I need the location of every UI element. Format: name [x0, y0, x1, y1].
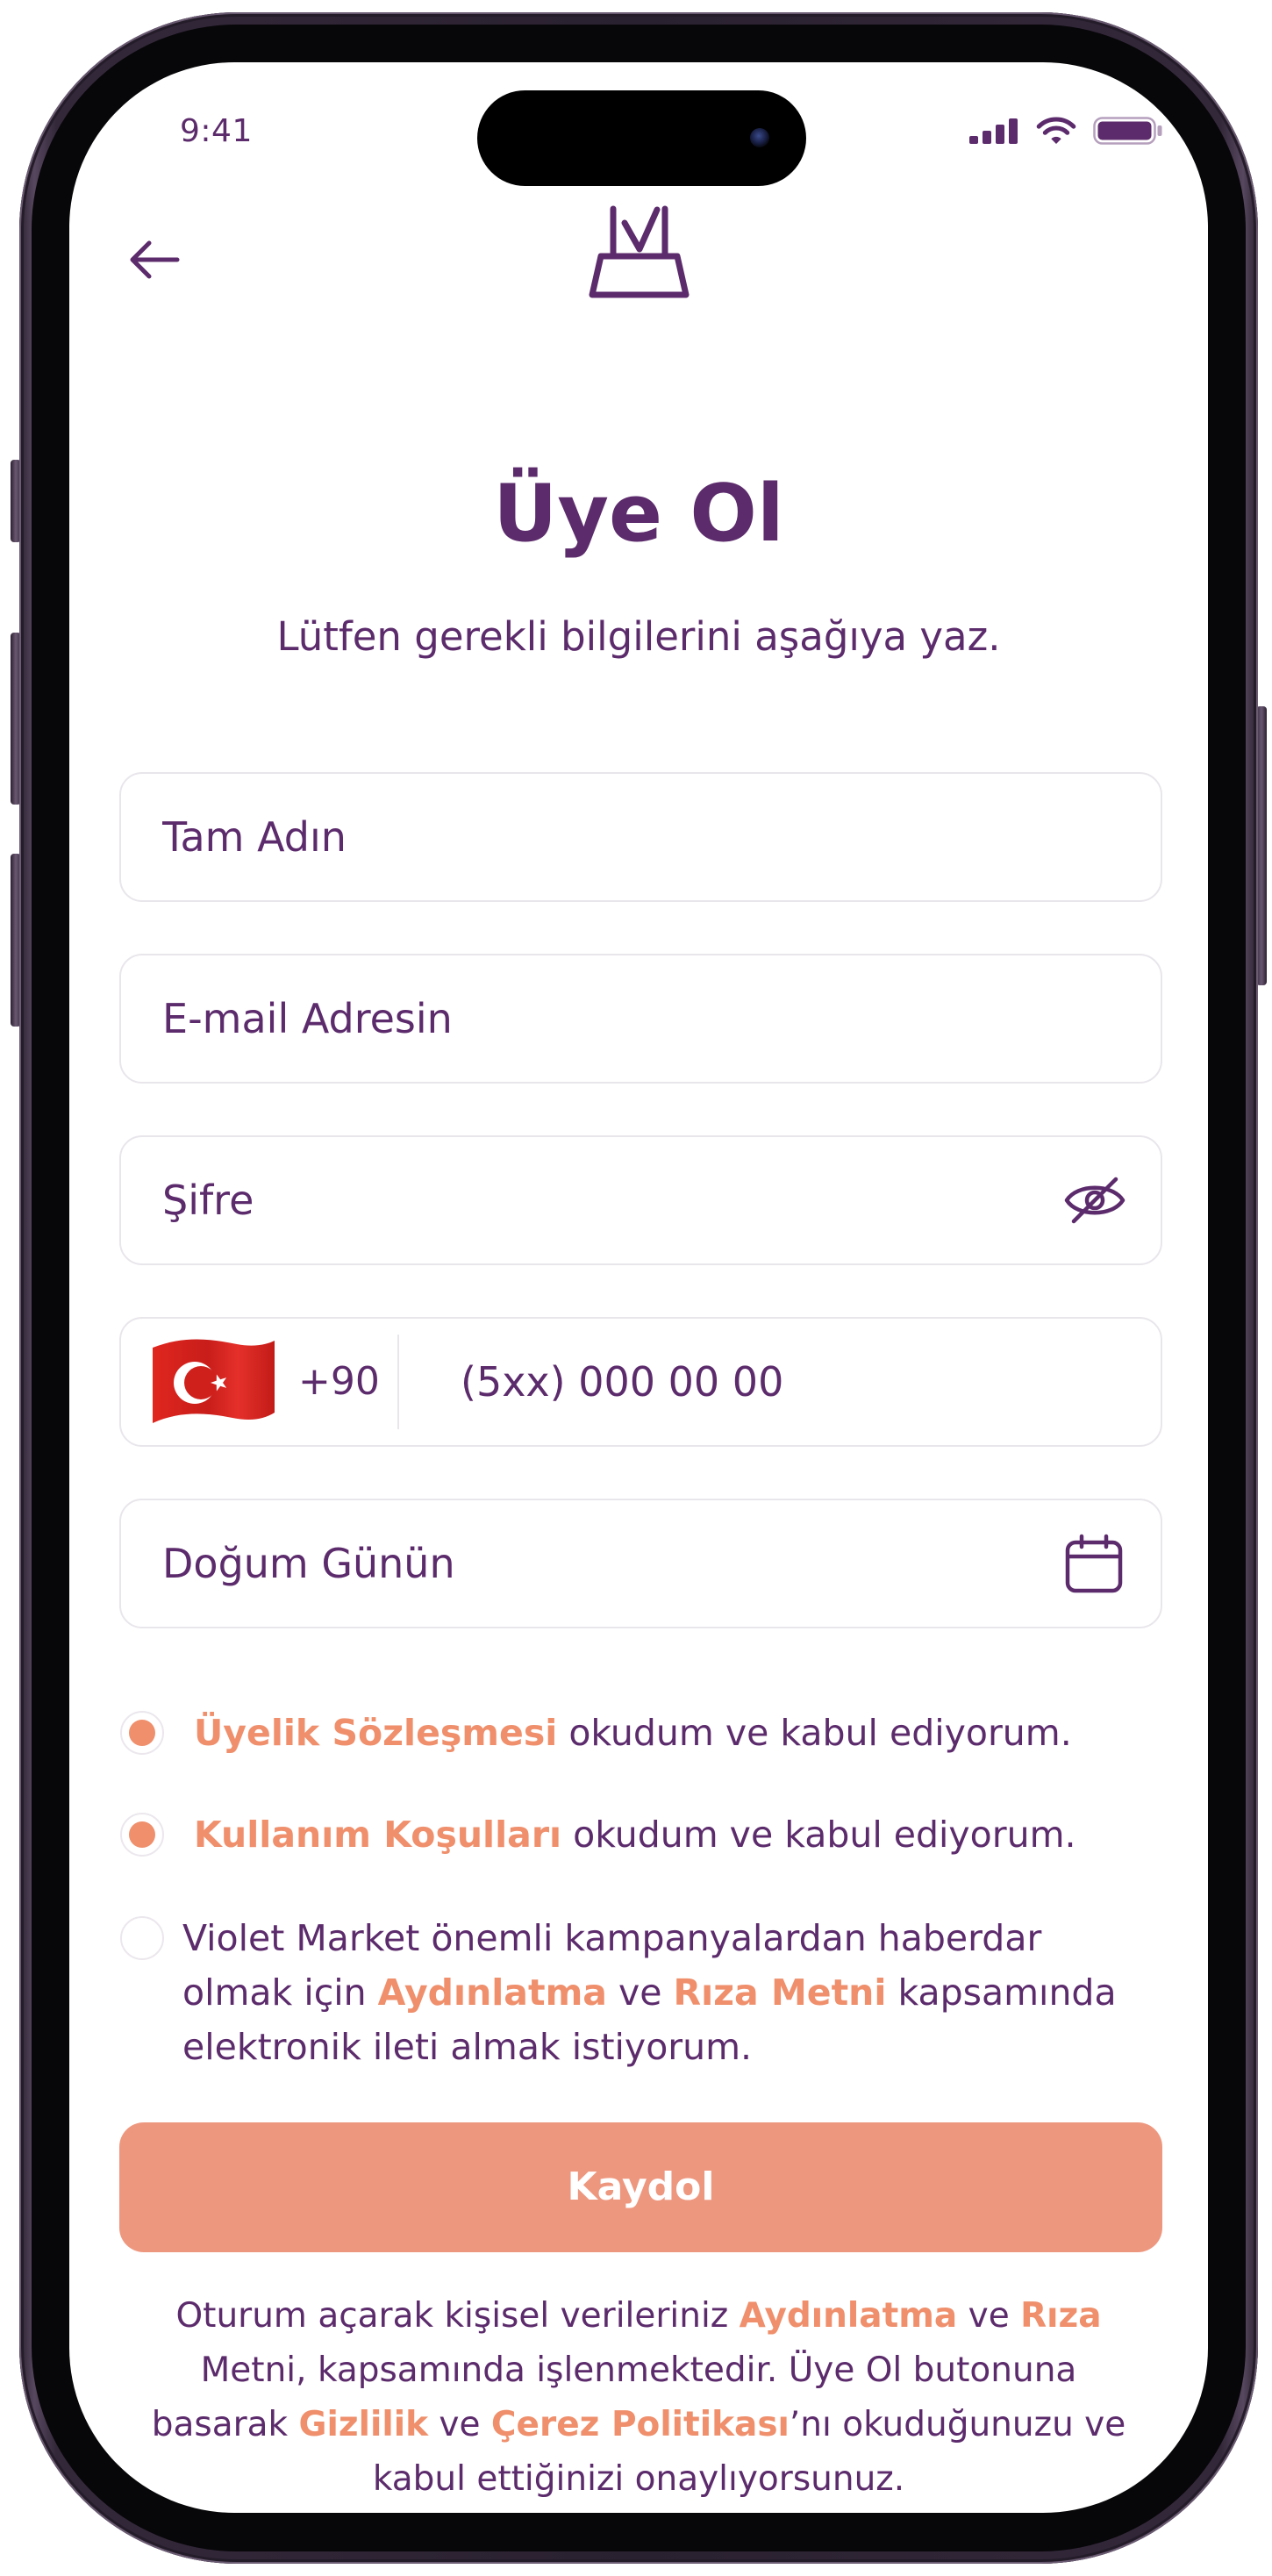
turkey-flag-icon	[153, 1339, 275, 1423]
cellular-signal-icon	[969, 118, 1018, 144]
wifi-icon	[1036, 117, 1076, 144]
password-input[interactable]	[121, 1137, 1161, 1263]
email-field	[119, 954, 1162, 1084]
eye-off-icon	[1064, 1177, 1126, 1224]
shopping-bag-logo-icon	[589, 205, 690, 298]
membership-agreement-link[interactable]: Üyelik Sözleşmesi	[194, 1712, 557, 1754]
consent-text-plain: okudum ve kabul ediyorum.	[557, 1712, 1072, 1754]
dial-code: +90	[298, 1359, 380, 1404]
page-subtitle: Lütfen gerekli bilgilerini aşağıya yaz.	[276, 613, 1001, 660]
consent-radio[interactable]	[120, 1916, 164, 1960]
back-button[interactable]	[119, 229, 189, 290]
footer-text: ve	[428, 2405, 491, 2444]
consent-text: Violet Market önemli kampanyalardan habe…	[182, 1911, 1147, 2074]
birth-date-field	[119, 1499, 1162, 1628]
page-title: Üye Ol	[493, 468, 784, 560]
radio-dot	[129, 1720, 155, 1746]
membership-agreement-consent: Üyelik Sözleşmesi okudum ve kabul ediyor…	[119, 1706, 1162, 1760]
clarification-text-link[interactable]: Aydınlatma	[378, 1971, 607, 2014]
country-selector[interactable]	[149, 1335, 278, 1428]
consent-radio[interactable]	[120, 1813, 164, 1857]
consent-text-plain: ve	[606, 1971, 674, 2014]
battery-icon	[1093, 117, 1162, 145]
device-mockup: 9:41 Üye Ol Lütfen gerekli bilgilerini a…	[0, 0, 1272, 2576]
consent-radio[interactable]	[120, 1711, 164, 1755]
consent-text: Kullanım Koşulları okudum ve kabul ediyo…	[194, 1807, 1076, 1862]
radio-dot	[129, 1821, 155, 1848]
phone-divider	[397, 1335, 399, 1429]
legal-footer: Oturum açarak kişisel verileriniz Aydınl…	[132, 2289, 1146, 2507]
phone-field: +90	[119, 1317, 1162, 1447]
terms-of-use-link[interactable]: Kullanım Koşulları	[194, 1814, 561, 1856]
email-input[interactable]	[121, 955, 1161, 1082]
footer-privacy-link[interactable]: Gizlilik	[299, 2405, 429, 2444]
full-name-input[interactable]	[121, 774, 1161, 900]
register-button[interactable]: Kaydol	[119, 2122, 1162, 2252]
screen: 9:41 Üye Ol Lütfen gerekli bilgilerini a…	[69, 62, 1208, 2513]
front-camera	[750, 128, 769, 147]
dynamic-island	[477, 90, 806, 186]
status-time: 9:41	[180, 113, 253, 149]
status-icons	[969, 115, 1163, 147]
password-field	[119, 1135, 1162, 1265]
calendar-icon	[1065, 1534, 1123, 1593]
marketing-consent: Violet Market önemli kampanyalardan habe…	[119, 1911, 1162, 2074]
password-visibility-toggle[interactable]	[1063, 1175, 1126, 1226]
status-bar: 9:41	[69, 62, 1208, 211]
footer-consent-link[interactable]: Rıza	[1020, 2296, 1101, 2336]
birth-date-input[interactable]	[121, 1500, 1161, 1627]
footer-text: Oturum açarak kişisel verileriniz	[175, 2296, 740, 2336]
footer-text: ve	[957, 2296, 1021, 2336]
phone-input[interactable]	[461, 1319, 1145, 1445]
consent-text-link[interactable]: Rıza Metni	[674, 1971, 887, 2014]
terms-of-use-consent: Kullanım Koşulları okudum ve kabul ediyo…	[119, 1807, 1162, 1862]
brand-logo	[588, 205, 690, 299]
calendar-button[interactable]	[1065, 1534, 1123, 1593]
full-name-field	[119, 772, 1162, 902]
footer-clarification-link[interactable]: Aydınlatma	[740, 2296, 958, 2336]
consent-text: Üyelik Sözleşmesi okudum ve kabul ediyor…	[194, 1706, 1072, 1760]
arrow-left-icon	[130, 240, 180, 279]
consent-text-plain: okudum ve kabul ediyorum.	[561, 1814, 1076, 1856]
footer-cookie-policy-link[interactable]: Çerez Politikası	[491, 2405, 790, 2444]
